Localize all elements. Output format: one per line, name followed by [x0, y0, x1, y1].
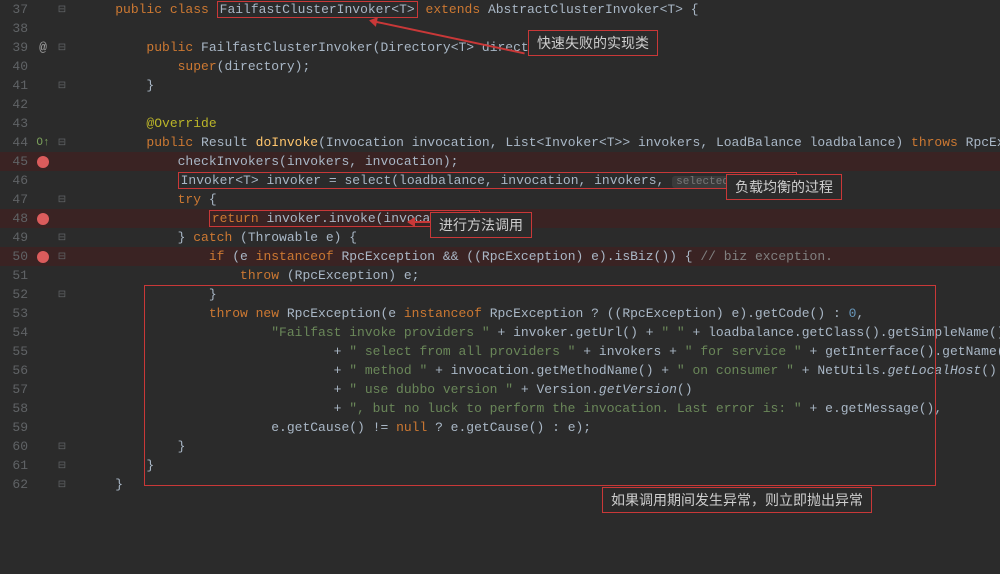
- code-line[interactable]: 47 ⊟ try {: [0, 190, 1000, 209]
- code-line[interactable]: 43 @Override: [0, 114, 1000, 133]
- fold-icon[interactable]: ⊟: [54, 194, 70, 206]
- code-line[interactable]: 40 super(directory);: [0, 57, 1000, 76]
- annotation-method-call: 进行方法调用: [430, 212, 532, 238]
- line-number: 51: [0, 268, 32, 283]
- highlighted-classname: FailfastClusterInvoker<T>: [217, 1, 418, 18]
- annotation-impl-class: 快速失败的实现类: [528, 30, 658, 56]
- fold-icon[interactable]: ⊟: [54, 232, 70, 244]
- fold-icon[interactable]: ⊟: [54, 137, 70, 149]
- code-text: @Override: [70, 116, 1000, 131]
- code-line[interactable]: 38: [0, 19, 1000, 38]
- code-line[interactable]: 61 ⊟ }: [0, 456, 1000, 475]
- fold-icon[interactable]: ⊟: [54, 479, 70, 491]
- code-text: public Result doInvoke(Invocation invoca…: [70, 135, 1000, 150]
- code-line[interactable]: 55 + " select from all providers " + inv…: [0, 342, 1000, 361]
- line-number: 62: [0, 477, 32, 492]
- annotation-load-balance: 负载均衡的过程: [726, 174, 842, 200]
- code-text: }: [70, 78, 1000, 93]
- line-number: 57: [0, 382, 32, 397]
- code-line[interactable]: 52 ⊟ }: [0, 285, 1000, 304]
- line-number: 37: [0, 2, 32, 17]
- line-number: 46: [0, 173, 32, 188]
- code-text: + ", but no luck to perform the invocati…: [70, 401, 1000, 416]
- line-number: 54: [0, 325, 32, 340]
- line-number: 38: [0, 21, 32, 36]
- code-line[interactable]: 57 + " use dubbo version " + Version.get…: [0, 380, 1000, 399]
- line-number: 42: [0, 97, 32, 112]
- code-text: super(directory);: [70, 59, 1000, 74]
- line-number: 45: [0, 154, 32, 169]
- code-line[interactable]: 42: [0, 95, 1000, 114]
- code-line[interactable]: 50 ⊟ if (e instanceof RpcException && ((R…: [0, 247, 1000, 266]
- fold-icon[interactable]: ⊟: [54, 42, 70, 54]
- code-text: throw (RpcException) e;: [70, 268, 1000, 283]
- line-number: 58: [0, 401, 32, 416]
- breakpoint-icon[interactable]: [32, 156, 54, 168]
- code-text: }: [70, 458, 1000, 473]
- line-number: 41: [0, 78, 32, 93]
- arrow-icon: [410, 221, 430, 223]
- line-number: 60: [0, 439, 32, 454]
- code-text: + " method " + invocation.getMethodName(…: [70, 363, 1000, 378]
- code-text: Invoker<T> invoker = select(loadbalance,…: [70, 173, 1000, 188]
- line-number: 59: [0, 420, 32, 435]
- code-line[interactable]: 45 checkInvokers(invokers, invocation);: [0, 152, 1000, 171]
- line-number: 47: [0, 192, 32, 207]
- line-number: 40: [0, 59, 32, 74]
- code-text: try {: [70, 192, 1000, 207]
- annotation-throw-exc: 如果调用期间发生异常，则立即抛出异常: [602, 487, 872, 513]
- code-line[interactable]: 59 e.getCause() != null ? e.getCause() :…: [0, 418, 1000, 437]
- fold-icon[interactable]: ⊟: [54, 289, 70, 301]
- override-icon[interactable]: O↑: [32, 137, 54, 149]
- line-number: 53: [0, 306, 32, 321]
- code-line[interactable]: 53 throw new RpcException(e instanceof R…: [0, 304, 1000, 323]
- code-line[interactable]: 44O↑⊟ public Result doInvoke(Invocation …: [0, 133, 1000, 152]
- code-line[interactable]: 46 Invoker<T> invoker = select(loadbalan…: [0, 171, 1000, 190]
- fold-icon[interactable]: ⊟: [54, 460, 70, 472]
- line-number: 52: [0, 287, 32, 302]
- code-editor[interactable]: 37 ⊟ public class FailfastClusterInvoker<…: [0, 0, 1000, 574]
- breakpoint-icon[interactable]: [32, 251, 54, 263]
- line-number: 48: [0, 211, 32, 226]
- line-number: 50: [0, 249, 32, 264]
- line-number: 61: [0, 458, 32, 473]
- code-line[interactable]: 54 "Failfast invoke providers " + invoke…: [0, 323, 1000, 342]
- code-line[interactable]: 58 + ", but no luck to perform the invoc…: [0, 399, 1000, 418]
- code-line[interactable]: 41 ⊟ }: [0, 76, 1000, 95]
- line-number: 56: [0, 363, 32, 378]
- line-number: 55: [0, 344, 32, 359]
- code-text: "Failfast invoke providers " + invoker.g…: [70, 325, 1000, 340]
- line-number: 49: [0, 230, 32, 245]
- code-text: throw new RpcException(e instanceof RpcE…: [70, 306, 1000, 321]
- fold-icon[interactable]: ⊟: [54, 441, 70, 453]
- code-text: + " select from all providers " + invoke…: [70, 344, 1000, 359]
- code-text: if (e instanceof RpcException && ((RpcEx…: [70, 249, 1000, 264]
- fold-icon[interactable]: ⊟: [54, 80, 70, 92]
- fold-icon[interactable]: ⊟: [54, 251, 70, 263]
- code-text: }: [70, 287, 1000, 302]
- code-text: }: [70, 439, 1000, 454]
- gutter-at-icon: @: [32, 40, 54, 55]
- code-text: + " use dubbo version " + Version.getVer…: [70, 382, 1000, 397]
- line-number: 43: [0, 116, 32, 131]
- code-text: return invoker.invoke(invocation);: [70, 211, 1000, 226]
- code-text: e.getCause() != null ? e.getCause() : e)…: [70, 420, 1000, 435]
- code-text: checkInvokers(invokers, invocation);: [70, 154, 1000, 169]
- line-number: 39: [0, 40, 32, 55]
- code-text: public class FailfastClusterInvoker<T> e…: [70, 2, 1000, 17]
- line-number: 44: [0, 135, 32, 150]
- code-line[interactable]: 37 ⊟ public class FailfastClusterInvoker<…: [0, 0, 1000, 19]
- code-line[interactable]: 60 ⊟ }: [0, 437, 1000, 456]
- breakpoint-icon[interactable]: [32, 213, 54, 225]
- code-text: } catch (Throwable e) {: [70, 230, 1000, 245]
- fold-icon[interactable]: ⊟: [54, 4, 70, 16]
- code-line[interactable]: 51 throw (RpcException) e;: [0, 266, 1000, 285]
- code-line[interactable]: 56 + " method " + invocation.getMethodNa…: [0, 361, 1000, 380]
